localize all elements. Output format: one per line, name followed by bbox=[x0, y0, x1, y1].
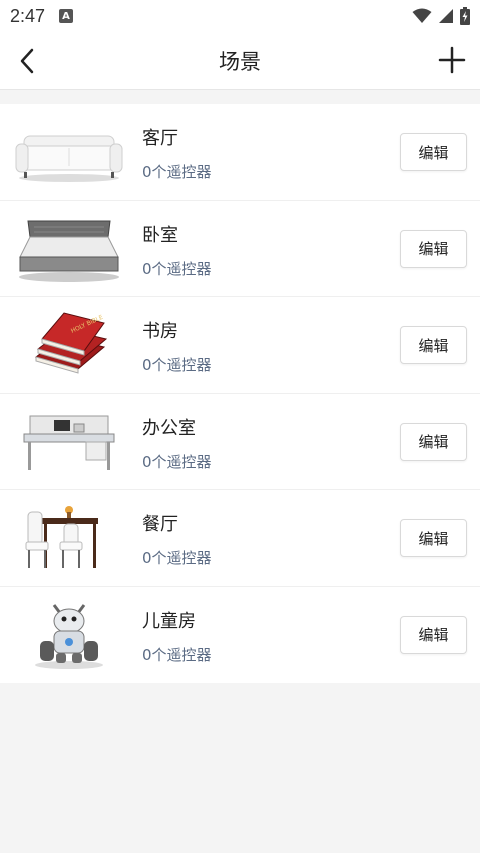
back-button[interactable] bbox=[14, 46, 44, 76]
edit-button[interactable]: 编辑 bbox=[400, 229, 467, 268]
status-time: 2:47 bbox=[10, 5, 46, 26]
room-name: 儿童房 bbox=[142, 610, 196, 632]
room-name: 办公室 bbox=[142, 417, 196, 439]
status-icons bbox=[412, 7, 470, 25]
room-row[interactable]: 卧室 0个遥控器 编辑 bbox=[0, 200, 480, 297]
room-row[interactable]: 客厅 0个遥控器 编辑 bbox=[0, 104, 480, 201]
add-scene-button[interactable] bbox=[438, 46, 466, 74]
room-name: 书房 bbox=[142, 321, 178, 342]
remote-count: 0个遥控器 bbox=[142, 645, 212, 664]
wifi-icon bbox=[412, 8, 432, 23]
sofa-image bbox=[14, 116, 124, 188]
room-row[interactable]: HOLY BIBLE 书房 0个遥控器 编辑 bbox=[0, 297, 480, 394]
remote-count: 0个遥控器 bbox=[142, 259, 212, 278]
signal-icon bbox=[439, 9, 453, 23]
room-name: 卧室 bbox=[142, 224, 178, 246]
room-row[interactable]: 儿童房 0个遥控器 编辑 bbox=[0, 586, 480, 683]
edit-button[interactable]: 编辑 bbox=[400, 133, 467, 171]
status-bar: 2:47 A bbox=[0, 0, 480, 32]
toy-robot-image bbox=[14, 599, 124, 671]
room-list: 客厅 0个遥控器 编辑 卧室 0个遥控器 编辑 HOLY BIBLE 书房 0个… bbox=[0, 104, 480, 683]
bed-image bbox=[14, 213, 124, 285]
edit-button[interactable]: 编辑 bbox=[400, 326, 467, 364]
dining-table-image bbox=[14, 502, 124, 574]
room-row[interactable]: 办公室 0个遥控器 编辑 bbox=[0, 393, 480, 490]
edit-button[interactable]: 编辑 bbox=[400, 422, 467, 461]
room-name: 餐厅 bbox=[142, 514, 178, 535]
remote-count: 0个遥控器 bbox=[142, 452, 212, 471]
remote-count: 0个遥控器 bbox=[142, 163, 212, 181]
remote-count: 0个遥控器 bbox=[142, 549, 212, 567]
desk-image bbox=[14, 406, 124, 478]
plus-icon bbox=[438, 46, 466, 74]
app-bar: 场景 bbox=[0, 32, 480, 90]
notification-icon: A bbox=[59, 9, 74, 23]
remote-count: 0个遥控器 bbox=[142, 356, 212, 374]
chevron-left-icon bbox=[20, 48, 34, 74]
page-title: 场景 bbox=[219, 50, 261, 74]
room-row[interactable]: 餐厅 0个遥控器 编辑 bbox=[0, 490, 480, 587]
battery-icon bbox=[460, 7, 470, 25]
books-image: HOLY BIBLE bbox=[14, 309, 124, 381]
edit-button[interactable]: 编辑 bbox=[400, 615, 467, 654]
room-name: 客厅 bbox=[142, 128, 178, 149]
edit-button[interactable]: 编辑 bbox=[400, 519, 467, 557]
